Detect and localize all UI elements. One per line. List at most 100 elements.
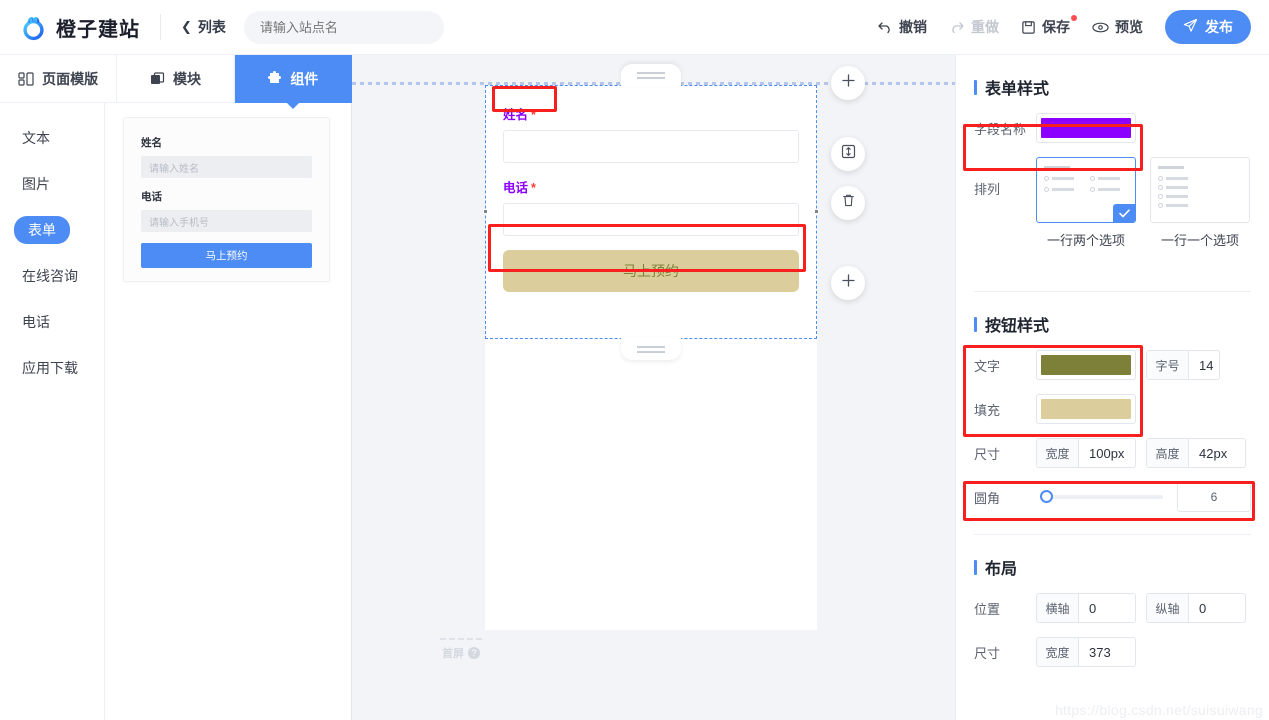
sidebar-item-app-download[interactable]: 应用下载 bbox=[0, 355, 104, 381]
panel-tabbar: 页面模版 模块 组件 bbox=[0, 55, 352, 109]
row-button-radius: 圆角 6 bbox=[974, 482, 1251, 512]
canvas-name-label: 姓名 * bbox=[503, 104, 799, 123]
position-y-field[interactable]: 纵轴 bbox=[1146, 593, 1246, 623]
add-below-button[interactable] bbox=[831, 266, 865, 300]
sidebar-item-online-consult[interactable]: 在线咨询 bbox=[0, 263, 104, 289]
font-size-field[interactable]: 字号 bbox=[1146, 350, 1220, 380]
radius-slider-knob[interactable] bbox=[1040, 490, 1053, 503]
row-arrangement: 排列 一行两个选项 一行一个选项 bbox=[974, 157, 1251, 249]
resize-handle-right[interactable] bbox=[814, 209, 819, 214]
arrangement-thumb-two-per-row[interactable] bbox=[1036, 157, 1136, 223]
form-component-preview-card[interactable]: 姓名 请输入姓名 电话 请输入手机号 马上预约 bbox=[123, 117, 330, 282]
brand-logo[interactable]: 橙子建站 bbox=[20, 13, 140, 42]
canvas-form: 姓名 * 电话 * 马上预约 bbox=[486, 86, 816, 292]
position-x-field[interactable]: 横轴 bbox=[1036, 593, 1136, 623]
layout-width-input[interactable] bbox=[1079, 638, 1135, 666]
save-label: 保存 bbox=[1042, 19, 1070, 35]
preview-name-input: 请输入姓名 bbox=[141, 156, 312, 178]
canvas-submit-button[interactable]: 马上预约 bbox=[503, 250, 799, 292]
button-width-input[interactable] bbox=[1079, 439, 1135, 467]
drag-handle-top[interactable] bbox=[621, 64, 681, 86]
drag-handle-bottom[interactable] bbox=[621, 338, 681, 360]
field-name-color-picker[interactable] bbox=[1036, 113, 1136, 143]
button-fill-color-picker[interactable] bbox=[1036, 394, 1136, 424]
preview-submit-button: 马上预约 bbox=[141, 243, 312, 268]
publish-button[interactable]: 发布 bbox=[1165, 10, 1251, 44]
template-icon bbox=[18, 71, 34, 86]
plus-icon bbox=[841, 273, 856, 293]
help-icon[interactable]: ? bbox=[468, 647, 480, 659]
button-text-color-picker[interactable] bbox=[1036, 350, 1136, 380]
sidebar-item-image-label: 图片 bbox=[22, 176, 50, 192]
sidebar-item-text[interactable]: 文本 bbox=[0, 125, 104, 151]
layout-width-key: 宽度 bbox=[1037, 638, 1079, 666]
first-screen-dashed-line bbox=[440, 638, 482, 640]
divider bbox=[974, 291, 1251, 292]
properties-panel: 表单样式 字段名称 排列 一行两个选项 一行一个选项 按钮样式 文字 字号 14… bbox=[955, 55, 1269, 720]
undo-label: 撤销 bbox=[899, 19, 927, 35]
arrangement-option-two-per-row[interactable]: 一行两个选项 bbox=[1036, 157, 1136, 249]
layout-width-field[interactable]: 宽度 bbox=[1036, 637, 1136, 667]
sidebar-item-form[interactable]: 表单 bbox=[0, 216, 104, 244]
resize-height-button[interactable] bbox=[831, 137, 865, 171]
row-button-text-color: 文字 字号 bbox=[974, 350, 1251, 380]
radius-slider[interactable] bbox=[1040, 490, 1163, 503]
radius-value-display[interactable]: 6 bbox=[1177, 482, 1251, 512]
delete-button[interactable] bbox=[831, 186, 865, 220]
section-title-button-style: 按钮样式 bbox=[974, 312, 1251, 336]
height-adjust-icon bbox=[841, 144, 856, 164]
editor-canvas[interactable]: 姓名 * 电话 * 马上预约 首屏 ? bbox=[352, 55, 955, 720]
divider bbox=[974, 534, 1251, 535]
arrangement-option-one-per-row[interactable]: 一行一个选项 bbox=[1150, 157, 1250, 249]
add-above-button[interactable] bbox=[831, 66, 865, 100]
sidebar-item-phone-label: 电话 bbox=[22, 314, 50, 330]
position-x-key: 横轴 bbox=[1037, 594, 1079, 622]
button-text-label: 文字 bbox=[974, 358, 1001, 374]
button-fill-color-swatch bbox=[1041, 399, 1131, 419]
publish-label: 发布 bbox=[1205, 19, 1233, 35]
sidebar-item-phone[interactable]: 电话 bbox=[0, 309, 104, 335]
send-icon bbox=[1183, 18, 1198, 36]
undo-button[interactable]: 撤销 bbox=[877, 17, 927, 37]
button-height-field[interactable]: 高度 bbox=[1146, 438, 1246, 468]
trash-icon bbox=[841, 193, 856, 213]
tab-module-label: 模块 bbox=[172, 70, 201, 87]
first-screen-label: 首屏 bbox=[442, 648, 464, 660]
section-title-form-style: 表单样式 bbox=[974, 75, 1251, 99]
row-button-fill-color: 填充 bbox=[974, 394, 1251, 424]
component-category-sidebar: 文本 图片 表单 在线咨询 电话 应用下载 bbox=[0, 103, 105, 720]
canvas-name-input[interactable] bbox=[503, 130, 799, 163]
canvas-phone-input[interactable] bbox=[503, 203, 799, 236]
button-width-field[interactable]: 宽度 bbox=[1036, 438, 1136, 468]
site-name-input[interactable] bbox=[243, 10, 444, 44]
preview-button[interactable]: 预览 bbox=[1092, 17, 1143, 37]
preview-name-placeholder: 请输入姓名 bbox=[149, 163, 199, 175]
tab-module[interactable]: 模块 bbox=[117, 55, 235, 103]
canvas-phone-label-text: 电话 bbox=[503, 181, 529, 195]
field-name-color-swatch bbox=[1041, 118, 1131, 138]
font-size-key: 字号 bbox=[1147, 351, 1189, 379]
redo-button[interactable]: 重做 bbox=[949, 17, 999, 37]
row-layout-size: 尺寸 宽度 bbox=[974, 637, 1251, 667]
resize-handle-left[interactable] bbox=[483, 209, 488, 214]
button-height-input[interactable] bbox=[1189, 439, 1245, 467]
thumb-title-bar bbox=[1158, 166, 1184, 169]
row-field-name-color: 字段名称 bbox=[974, 113, 1251, 143]
tab-component[interactable]: 组件 bbox=[234, 55, 352, 109]
font-size-input[interactable] bbox=[1189, 351, 1219, 379]
save-button[interactable]: 保存 bbox=[1021, 15, 1077, 37]
tab-page-template[interactable]: 页面模版 bbox=[0, 55, 118, 103]
arrangement-thumb-one-per-row[interactable] bbox=[1150, 157, 1250, 223]
sidebar-item-image[interactable]: 图片 bbox=[0, 171, 104, 197]
arrangement-options: 一行两个选项 一行一个选项 bbox=[1036, 157, 1250, 249]
save-disk-icon bbox=[1021, 20, 1036, 35]
thumb-title-bar bbox=[1044, 166, 1070, 169]
position-x-input[interactable] bbox=[1079, 594, 1135, 622]
module-icon bbox=[150, 71, 165, 86]
sidebar-item-form-label: 表单 bbox=[14, 216, 70, 244]
selected-form-block[interactable]: 姓名 * 电话 * 马上预约 bbox=[483, 64, 819, 360]
preview-label: 预览 bbox=[1115, 19, 1143, 35]
layout-size-label: 尺寸 bbox=[974, 645, 1001, 661]
position-y-input[interactable] bbox=[1189, 594, 1245, 622]
back-to-list-button[interactable]: ❮ 列表 bbox=[181, 17, 226, 37]
